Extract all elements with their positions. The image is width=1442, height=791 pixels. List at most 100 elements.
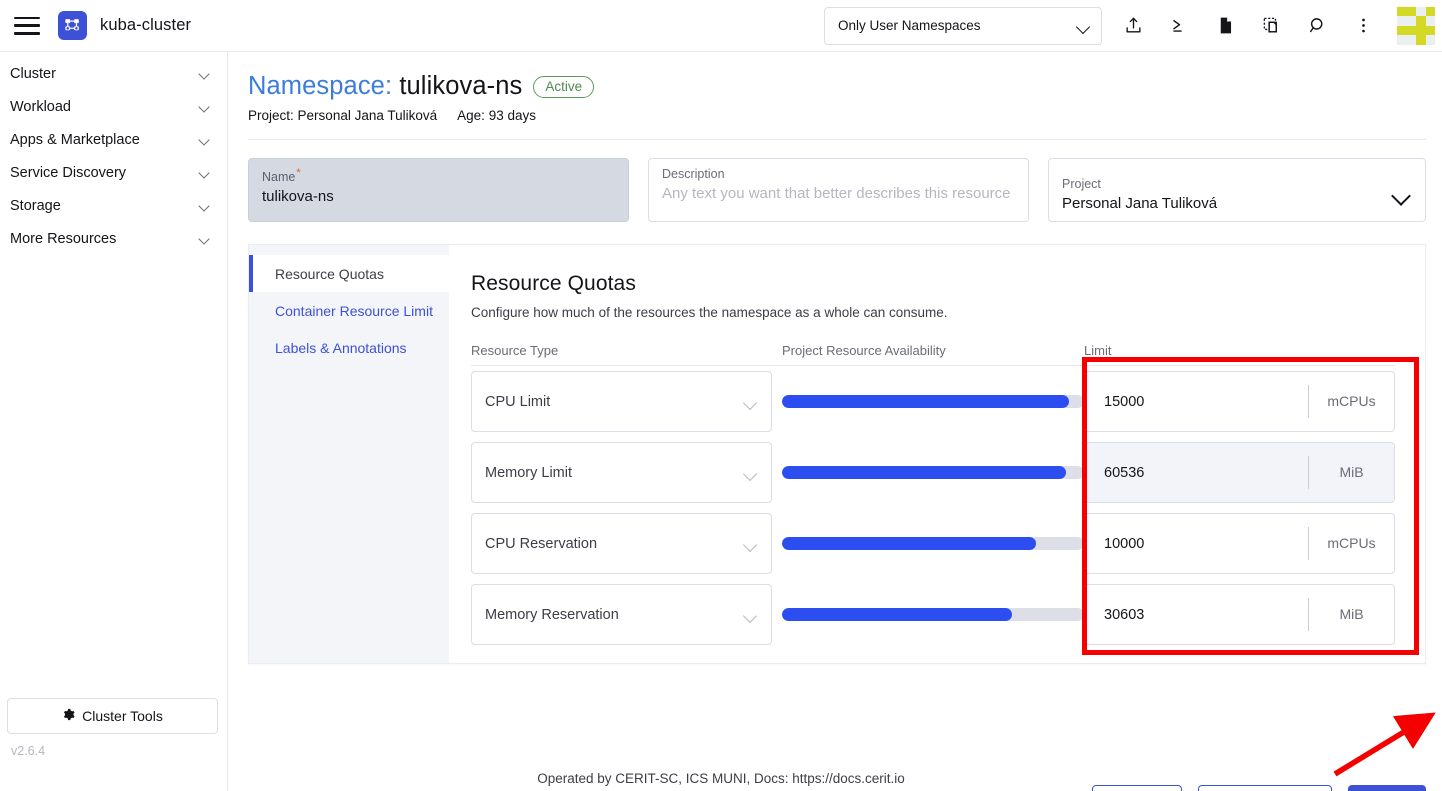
limit-input-value: 15000 bbox=[1104, 393, 1145, 410]
resource-type-select[interactable]: CPU Limit bbox=[471, 371, 772, 432]
column-header-availability: Project Resource Availability bbox=[782, 343, 946, 358]
chevron-down-icon bbox=[745, 469, 758, 477]
sidebar-item-more-resources[interactable]: More Resources bbox=[0, 222, 227, 255]
resource-type-select[interactable]: Memory Reservation bbox=[471, 584, 772, 645]
chevron-down-icon bbox=[745, 611, 758, 619]
chevron-down-icon bbox=[745, 398, 758, 406]
hamburger-icon[interactable] bbox=[14, 16, 40, 35]
tab-label: Container Resource Limit bbox=[275, 302, 433, 319]
description-field[interactable]: Description Any text you want that bette… bbox=[648, 158, 1029, 222]
chevron-down-icon bbox=[745, 540, 758, 548]
sidebar-item-service-discovery[interactable]: Service Discovery bbox=[0, 156, 227, 189]
top-header: kuba-cluster Only User Namespaces bbox=[0, 0, 1442, 52]
sidebar-item-storage[interactable]: Storage bbox=[0, 189, 227, 222]
chevron-down-icon bbox=[1078, 22, 1091, 30]
kebab-menu-icon[interactable] bbox=[1348, 11, 1378, 41]
limit-input[interactable]: 30603 MiB bbox=[1084, 584, 1395, 645]
description-field-placeholder: Any text you want that better describes … bbox=[662, 185, 1011, 202]
project-select[interactable]: Project Personal Jana Tuliková bbox=[1048, 158, 1426, 222]
project-select-label: Project bbox=[1062, 176, 1101, 191]
gear-icon bbox=[62, 708, 75, 724]
limit-input[interactable]: 10000 mCPUs bbox=[1084, 513, 1395, 574]
chevron-down-icon bbox=[200, 202, 213, 210]
table-row: Memory Limit 60536 MiB bbox=[471, 437, 1395, 508]
availability-bar bbox=[782, 395, 1084, 408]
availability-bar-fill bbox=[782, 608, 1012, 621]
kubectl-shell-icon[interactable] bbox=[1164, 11, 1194, 41]
chevron-down-icon bbox=[1394, 189, 1412, 200]
sidebar-item-label: Apps & Marketplace bbox=[10, 131, 140, 148]
chevron-down-icon bbox=[200, 103, 213, 111]
availability-bar bbox=[782, 466, 1084, 479]
project-select-inner: Project Personal Jana Tuliková bbox=[1062, 177, 1394, 212]
required-marker: * bbox=[296, 167, 301, 179]
sidebar-item-label: Workload bbox=[10, 98, 71, 115]
page-title-row: Namespace: tulikova-ns Active bbox=[248, 52, 1426, 101]
page-title-kind: Namespace: bbox=[248, 72, 393, 100]
description-field-label: Description bbox=[662, 167, 725, 181]
quotas-table-header: Resource Type Project Resource Availabil… bbox=[471, 343, 1395, 366]
import-yaml-icon[interactable] bbox=[1118, 11, 1148, 41]
column-header-limit: Limit bbox=[1084, 343, 1112, 358]
page-title: Namespace: tulikova-ns bbox=[248, 72, 522, 101]
form-fields-row: Name* tulikova-ns Description Any text y… bbox=[248, 158, 1426, 222]
chevron-down-icon bbox=[200, 136, 213, 144]
header-divider bbox=[248, 139, 1426, 140]
header-actions: Only User Namespaces bbox=[824, 0, 1442, 52]
age-meta-label: Age: bbox=[457, 108, 485, 123]
availability-bar-wrap bbox=[782, 537, 1084, 550]
cluster-tools-button[interactable]: Cluster Tools bbox=[7, 698, 218, 734]
cluster-logo-icon[interactable] bbox=[58, 11, 87, 40]
namespace-filter-value: Only User Namespaces bbox=[838, 18, 981, 33]
tab-label: Labels & Annotations bbox=[275, 339, 407, 356]
availability-bar-fill bbox=[782, 537, 1036, 550]
resource-type-value: CPU Limit bbox=[485, 393, 551, 410]
name-field[interactable]: Name* tulikova-ns bbox=[248, 158, 629, 222]
limit-unit: mCPUs bbox=[1308, 527, 1394, 560]
status-badge: Active bbox=[533, 75, 595, 98]
table-row: CPU Limit 15000 mCPUs bbox=[471, 366, 1395, 437]
tab-labels-annotations[interactable]: Labels & Annotations bbox=[249, 329, 449, 366]
chevron-down-icon bbox=[200, 169, 213, 177]
resource-type-value: CPU Reservation bbox=[485, 535, 598, 552]
sidebar-item-workload[interactable]: Workload bbox=[0, 90, 227, 123]
project-meta: Project: Personal Jana Tuliková bbox=[248, 108, 437, 123]
resource-quotas-panel: Resource Quotas Configure how much of th… bbox=[449, 245, 1425, 663]
chevron-down-icon bbox=[200, 70, 213, 78]
limit-input-value: 10000 bbox=[1104, 535, 1145, 552]
vertical-tab-list: Resource Quotas Container Resource Limit… bbox=[249, 245, 449, 663]
availability-bar-wrap bbox=[782, 395, 1084, 408]
page-subtitle: Project: Personal Jana Tuliková Age: 93 … bbox=[248, 108, 1426, 123]
footer-note: Operated by CERIT-SC, ICS MUNI, Docs: ht… bbox=[537, 771, 905, 786]
sidebar-item-label: More Resources bbox=[10, 230, 117, 247]
copy-kubeconfig-icon[interactable] bbox=[1256, 11, 1286, 41]
sidebar-item-cluster[interactable]: Cluster bbox=[0, 57, 227, 90]
search-icon[interactable] bbox=[1302, 11, 1332, 41]
resource-type-select[interactable]: Memory Limit bbox=[471, 442, 772, 503]
sidebar: Cluster Workload Apps & Marketplace Serv… bbox=[0, 52, 228, 791]
namespace-filter-dropdown[interactable]: Only User Namespaces bbox=[824, 6, 1102, 45]
sidebar-item-apps-marketplace[interactable]: Apps & Marketplace bbox=[0, 123, 227, 156]
name-label-text: Name bbox=[262, 170, 296, 185]
age-meta-value: 93 days bbox=[488, 108, 536, 123]
tab-label: Resource Quotas bbox=[275, 265, 384, 282]
tab-resource-quotas[interactable]: Resource Quotas bbox=[249, 255, 449, 292]
app-version: v2.6.4 bbox=[11, 744, 46, 758]
limit-input[interactable]: 15000 mCPUs bbox=[1084, 371, 1395, 432]
tab-container-resource-limit[interactable]: Container Resource Limit bbox=[249, 292, 449, 329]
resource-type-select[interactable]: CPU Reservation bbox=[471, 513, 772, 574]
resource-type-value: Memory Reservation bbox=[485, 606, 619, 623]
project-select-value: Personal Jana Tuliková bbox=[1062, 194, 1218, 212]
availability-bar bbox=[782, 608, 1084, 621]
user-avatar[interactable] bbox=[1397, 6, 1435, 45]
cluster-tools-label: Cluster Tools bbox=[82, 708, 163, 724]
panel-description: Configure how much of the resources the … bbox=[471, 305, 948, 320]
main-content: Namespace: tulikova-ns Active Project: P… bbox=[228, 52, 1442, 791]
limit-unit: MiB bbox=[1308, 456, 1394, 489]
age-meta: Age: 93 days bbox=[457, 108, 536, 123]
limit-input[interactable]: 60536 MiB bbox=[1084, 442, 1395, 503]
kubeconfig-file-icon[interactable] bbox=[1210, 11, 1240, 41]
project-meta-value: Personal Jana Tuliková bbox=[297, 108, 438, 123]
table-row: CPU Reservation 10000 mCPUs bbox=[471, 508, 1395, 579]
availability-bar bbox=[782, 537, 1084, 550]
